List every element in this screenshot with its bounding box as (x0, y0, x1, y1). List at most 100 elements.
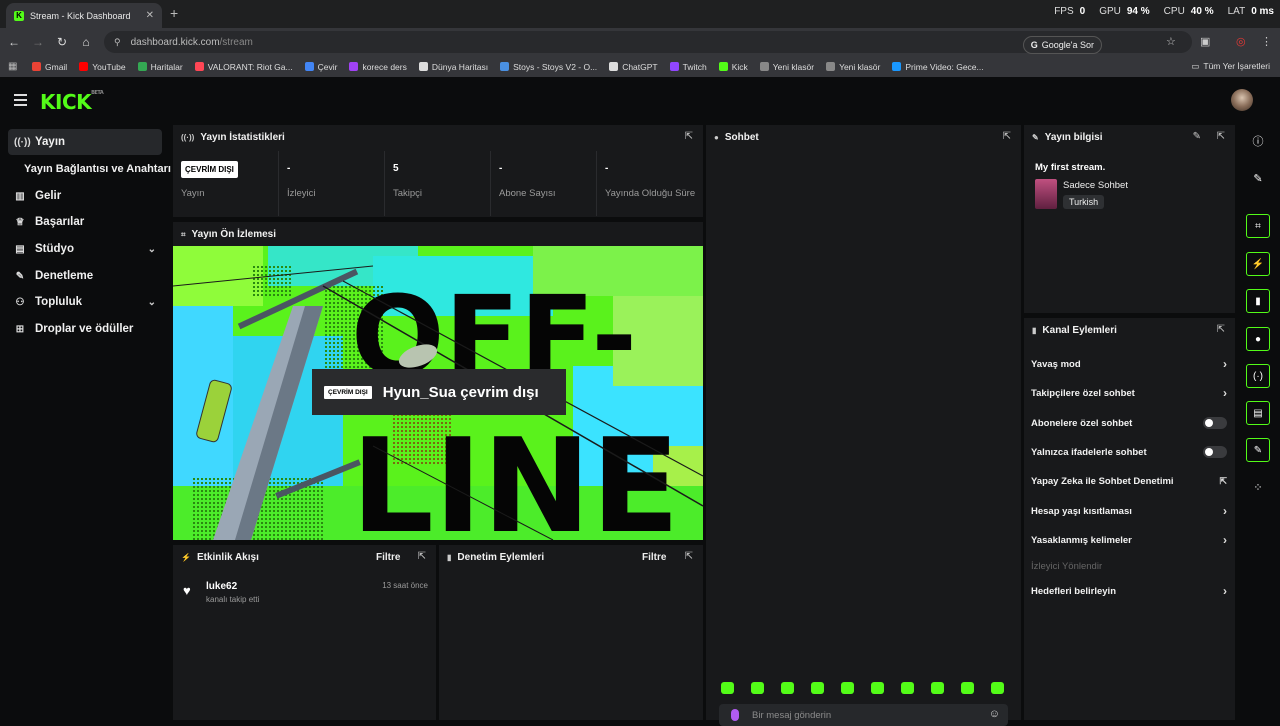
channel-actions-panel: ▮ Kanal Eylemleri ⇱ Yavaş mod › Takipçiler… (1024, 318, 1235, 720)
bookmark-item[interactable]: korece ders (349, 62, 407, 72)
apps-grid-icon[interactable]: ▦ (8, 61, 32, 72)
menu-dots-icon[interactable]: ⋮ (1261, 35, 1272, 48)
bookmark-favicon-icon (669, 62, 679, 71)
bookmark-item[interactable]: VALORANT: Riot Ga... (194, 62, 293, 72)
moderation-filter-button[interactable]: Filtre (642, 552, 666, 563)
action-slow-mode[interactable]: Yavaş mod › (1031, 356, 1227, 372)
bookmark-item[interactable]: Çevir (304, 62, 337, 72)
stat-label: Takipçi (393, 188, 423, 199)
channel-actions-title: ▮ Kanal Eylemleri (1032, 325, 1117, 336)
edit-pencil-icon[interactable]: ✎ (1193, 131, 1201, 142)
bookmark-favicon-icon (79, 62, 89, 71)
forward-icon[interactable]: → (26, 35, 50, 49)
hamburger-menu-icon[interactable] (14, 94, 27, 109)
emote-icon[interactable] (811, 682, 824, 694)
action-account-age[interactable]: Hesap yaşı kısıtlaması › (1031, 503, 1227, 519)
avatar[interactable] (1231, 89, 1253, 111)
bookmark-item[interactable]: Prime Video: Gece... (892, 62, 984, 72)
lightning-icon[interactable]: ⚡ (1246, 252, 1270, 276)
home-icon[interactable]: ⌂ (74, 35, 98, 49)
info-icon[interactable]: ⓘ (1246, 129, 1270, 153)
wrench-icon[interactable]: ✎ (1246, 438, 1270, 462)
bookmark-star-icon[interactable]: ☆ (1166, 35, 1176, 48)
chevron-down-icon: ⌄ (147, 296, 156, 308)
emoji-icon[interactable]: ☺ (989, 708, 1000, 720)
action-banned-words[interactable]: Yasaklanmış kelimeler › (1031, 532, 1227, 548)
layout-icon[interactable]: ▤ (1246, 401, 1270, 425)
bookmark-item[interactable]: ChatGPT (609, 62, 658, 72)
close-tab-icon[interactable]: ✕ (146, 10, 154, 21)
kick-logo[interactable]: KICKBETA (40, 90, 104, 114)
bookmark-favicon-icon (418, 62, 428, 71)
sidebar-item-gelir[interactable]: ▥ Gelir (8, 183, 162, 209)
stat-label: İzleyici (287, 188, 316, 199)
sidebar-item-basarilar[interactable]: ♕ Başarılar (8, 209, 162, 235)
bookmark-item[interactable]: Kick (718, 62, 748, 72)
emote-icon[interactable] (871, 682, 884, 694)
site-info-icon[interactable]: ⚲ (114, 37, 121, 48)
bookmark-item[interactable]: YouTube (79, 62, 126, 72)
chevron-down-icon: ⌄ (147, 243, 156, 255)
sidebar-item-topluluk[interactable]: ⚇ Topluluk ⌄ (8, 289, 162, 315)
chat-bubble-icon[interactable]: ● (1246, 327, 1270, 351)
activity-filter-button[interactable]: Filtre (376, 552, 400, 563)
popout-icon[interactable]: ⇱ (1217, 324, 1225, 335)
url-field[interactable]: ⚲ dashboard.kick.com/stream G Google'a So… (104, 31, 1192, 54)
sidebar-item-droplar[interactable]: ⊞ Droplar ve ödüller (8, 316, 162, 342)
action-followers-only[interactable]: Takipçilere özel sohbet › (1031, 385, 1227, 401)
right-toolbar: ⓘ ✎ ⌗ ⚡ ▮ ● (·) ▤ ✎ ⁘ (1237, 123, 1280, 720)
subscribers-only-toggle[interactable] (1203, 417, 1227, 429)
emotes-only-toggle[interactable] (1203, 446, 1227, 458)
bookmark-item[interactable]: Yeni klasör (826, 62, 880, 72)
sidebar-item-denetleme[interactable]: ✎ Denetleme (8, 263, 162, 289)
sidebar-item-label: Topluluk (35, 296, 83, 308)
url-host: dashboard.kick.com (130, 36, 220, 48)
document-icon[interactable]: ▮ (1246, 289, 1270, 313)
bookmark-item[interactable]: Stoys - Stoys V2 - O... (500, 62, 597, 72)
action-ai-moderation[interactable]: Yapay Zeka ile Sohbet Denetimi ⇱ (1031, 473, 1227, 489)
emote-icon[interactable] (901, 682, 914, 694)
popout-icon[interactable]: ⇱ (418, 551, 426, 562)
back-icon[interactable]: ← (2, 35, 26, 49)
emote-icon[interactable] (751, 682, 764, 694)
emote-icon[interactable] (931, 682, 944, 694)
emote-icon[interactable] (991, 682, 1004, 694)
broadcast-icon: ((·)) (181, 133, 195, 142)
bookmarks-bar: ▦ Gmail YouTube Haritalar VALORANT: Riot Ga… (0, 56, 1280, 77)
bookmark-item[interactable]: Haritalar (137, 62, 183, 72)
category-name[interactable]: Sadece Sohbet (1063, 180, 1128, 191)
browser-tab[interactable]: K Stream - Kick Dashboard ✕ (6, 3, 162, 28)
sidebar-item-stream-key[interactable]: Yayın Bağlantısı ve Anahtarı (18, 156, 178, 182)
emote-icon[interactable] (781, 682, 794, 694)
popout-icon[interactable]: ⇱ (1003, 131, 1011, 142)
moderation-actions-panel: ▮ Denetim Eylemleri Filtre ⇱ (439, 545, 703, 720)
reload-icon[interactable]: ↻ (50, 35, 74, 49)
action-subscribers-only: Abonelere özel sohbet (1031, 415, 1227, 431)
all-bookmarks[interactable]: ▭ Tüm Yer İşaretleri (1191, 61, 1270, 72)
emote-icon[interactable] (841, 682, 854, 694)
sidebar-item-yayin[interactable]: ((·)) Yayın (8, 129, 162, 155)
bookmark-item[interactable]: Dünya Haritası (418, 62, 488, 72)
bookmark-item[interactable]: Twitch (669, 62, 707, 72)
google-ask-button[interactable]: G Google'a Sor (1022, 36, 1102, 54)
sidebar-item-studyo[interactable]: ▤ Stüdyo ⌄ (8, 236, 162, 262)
edit-pencil-icon[interactable]: ✎ (1246, 166, 1270, 190)
extension-icon[interactable]: ◎ (1236, 35, 1246, 48)
bookmark-item[interactable]: Gmail (32, 62, 67, 72)
chevron-right-icon: › (1223, 504, 1227, 518)
popout-icon[interactable]: ⇱ (685, 551, 693, 562)
widgets-icon[interactable]: ⁘ (1246, 475, 1270, 499)
broadcast-icon[interactable]: (·) (1246, 364, 1270, 388)
bookmark-item[interactable]: Yeni klasör (759, 62, 814, 72)
activity-user[interactable]: luke62 (206, 581, 237, 592)
preview-toggle-icon[interactable]: ⌗ (1246, 214, 1270, 238)
profile-switch-icon[interactable]: ▣ (1200, 35, 1210, 48)
emote-icon[interactable] (961, 682, 974, 694)
popout-icon[interactable]: ⇱ (685, 131, 693, 142)
new-tab-button[interactable]: + (170, 5, 178, 21)
chat-input[interactable]: Bir mesaj gönderin ☺ (719, 704, 1008, 726)
action-goals[interactable]: Hedefleri belirleyin › (1031, 583, 1227, 599)
bookmark-favicon-icon (718, 62, 728, 71)
emote-icon[interactable] (721, 682, 734, 694)
popout-icon[interactable]: ⇱ (1217, 131, 1225, 142)
